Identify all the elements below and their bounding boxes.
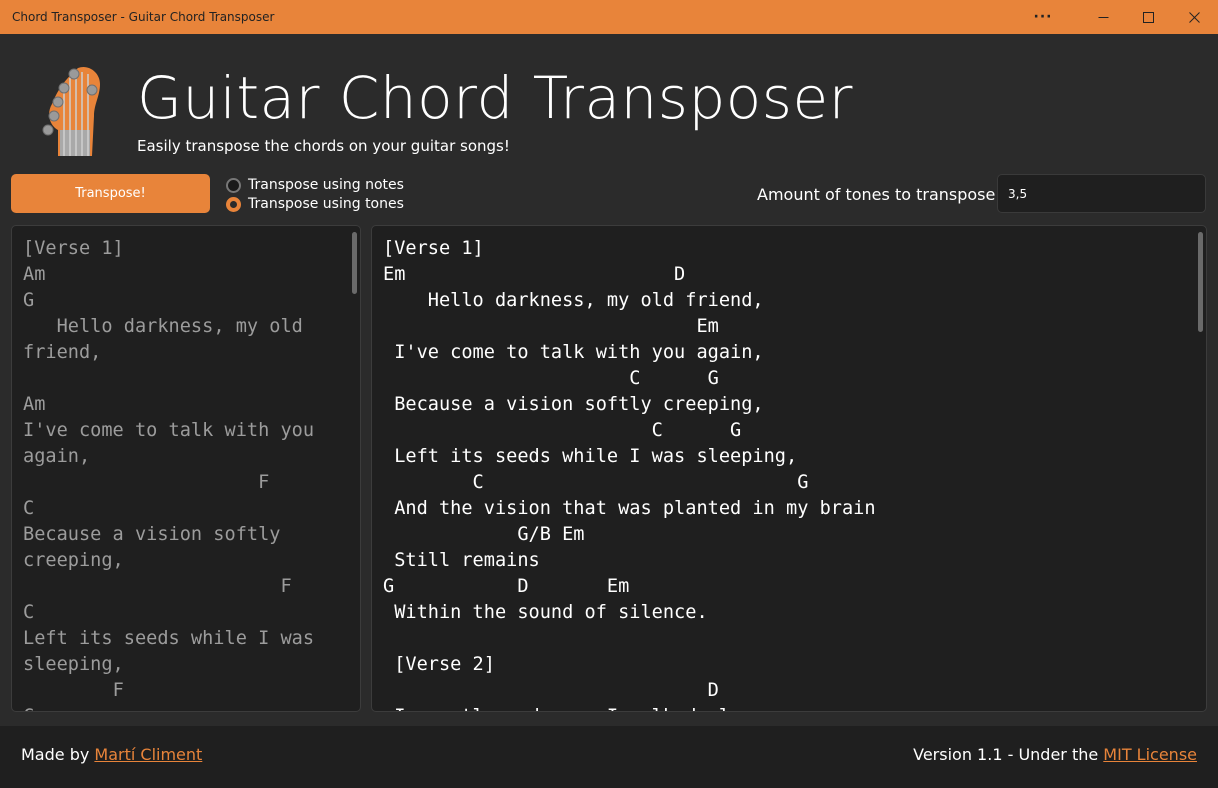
radio-transpose-tones[interactable]: Transpose using tones [226,196,404,212]
more-options-button[interactable]: ··· [1020,0,1066,34]
license-link[interactable]: MIT License [1103,745,1197,764]
amount-label: Amount of tones to transpose: [757,185,1001,204]
window-title: Chord Transposer - Guitar Chord Transpos… [12,10,275,24]
input-scrollbar[interactable] [352,232,357,294]
app-subtitle: Easily transpose the chords on your guit… [137,137,510,155]
footer-version: Version 1.1 - Under the MIT License [913,745,1197,764]
output-text-area[interactable]: [Verse 1] Em D Hello darkness, my old fr… [371,225,1207,712]
made-by-label: Made by [21,745,95,764]
radio-checked-icon[interactable] [226,196,241,212]
output-scrollbar[interactable] [1198,232,1203,332]
amount-input[interactable] [997,174,1206,213]
footer-credits: Made by Martí Climent [21,745,202,764]
maximize-button[interactable] [1125,0,1171,34]
radio-tones-label: Transpose using tones [248,196,404,212]
radio-unchecked-icon[interactable] [226,177,241,193]
guitar-headstock-logo [42,66,100,156]
radio-notes-label: Transpose using notes [248,177,404,193]
main-window: Guitar Chord Transposer Easily transpose… [0,34,1218,726]
title-bar: Chord Transposer - Guitar Chord Transpos… [0,0,1218,34]
input-chords-text[interactable]: [Verse 1] Am G Hello darkness, my old fr… [12,226,360,711]
version-label: Version 1.1 - Under the [913,745,1104,764]
footer: Made by Martí Climent Version 1.1 - Unde… [0,726,1218,788]
close-button[interactable] [1171,0,1217,34]
author-link[interactable]: Martí Climent [94,745,202,764]
transpose-button[interactable]: Transpose! [11,174,210,213]
output-chords-text[interactable]: [Verse 1] Em D Hello darkness, my old fr… [372,226,1206,711]
close-icon [1188,11,1200,23]
radio-transpose-notes[interactable]: Transpose using notes [226,177,404,193]
app-heading: Guitar Chord Transposer [137,64,854,132]
maximize-icon [1142,11,1154,23]
minimize-icon [1098,16,1108,18]
input-text-area[interactable]: [Verse 1] Am G Hello darkness, my old fr… [11,225,361,712]
more-horizontal-icon: ··· [1033,9,1053,25]
minimize-button[interactable] [1080,0,1126,34]
